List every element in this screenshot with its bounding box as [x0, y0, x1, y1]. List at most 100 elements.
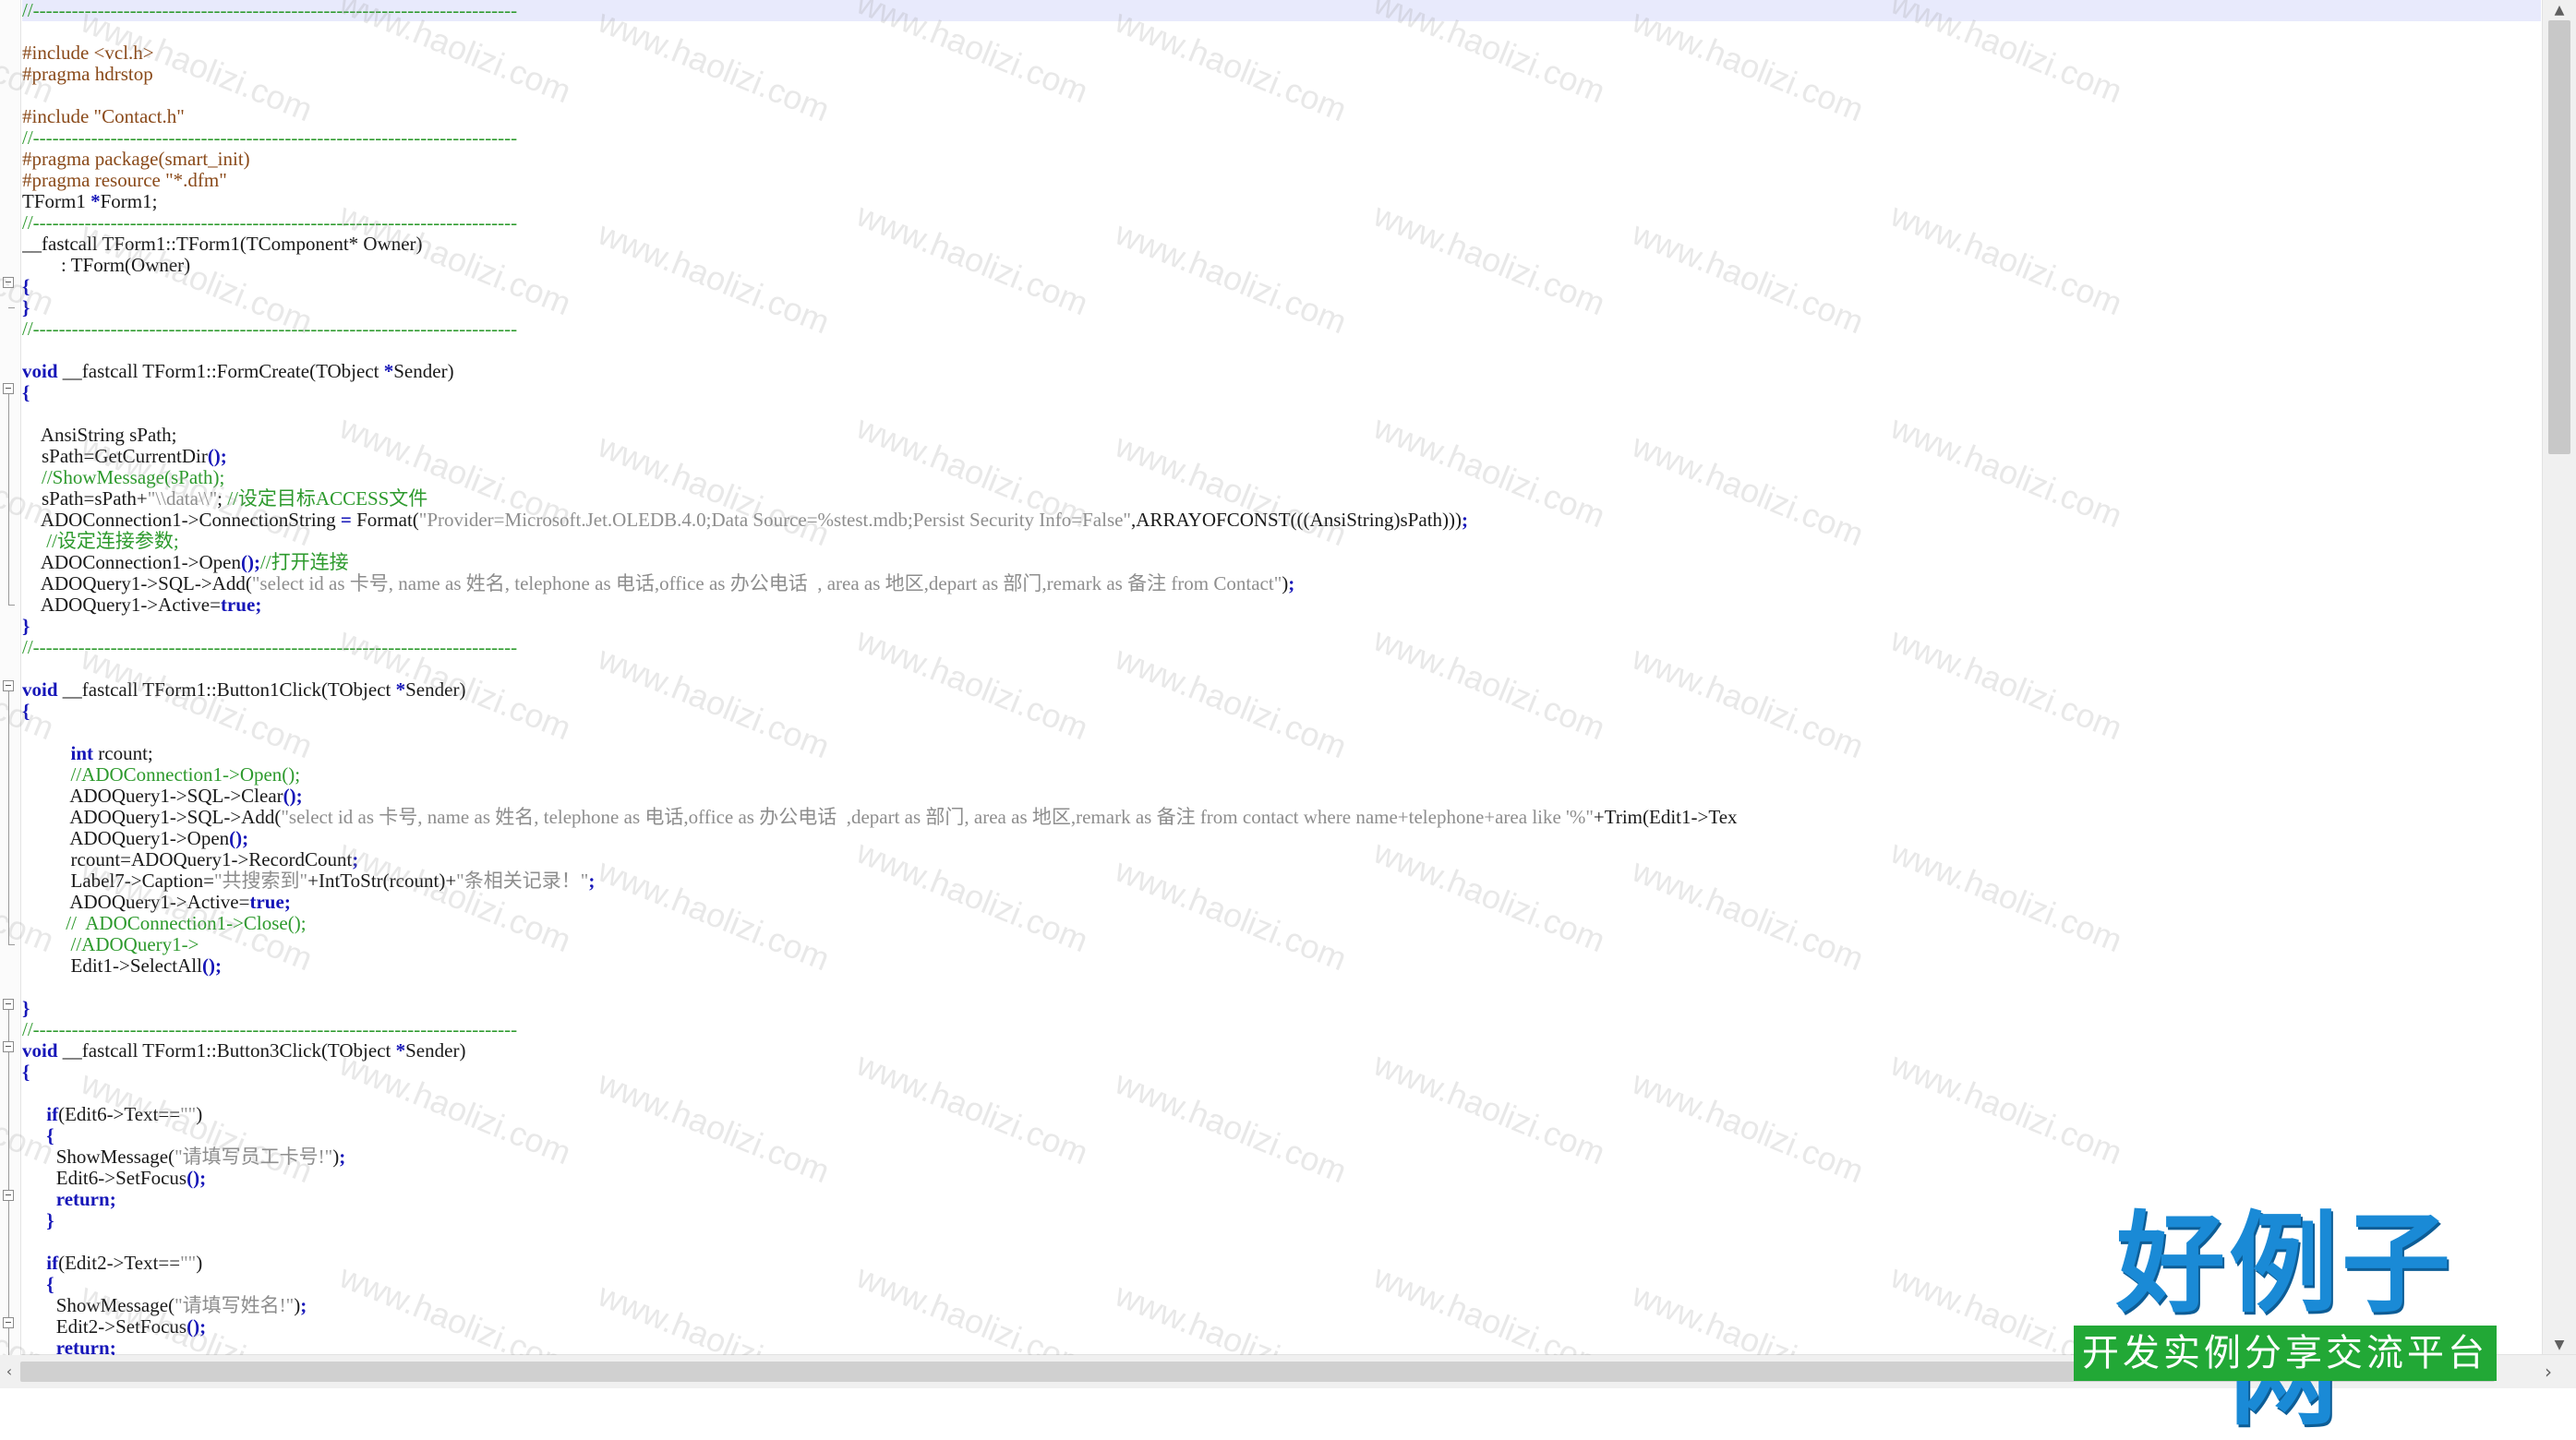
code-line[interactable]: if(Edit6->Text=="") [22, 1104, 2541, 1125]
code-line[interactable]: #include <vcl.h> [22, 42, 2541, 64]
fold-toggle-icon[interactable] [3, 999, 14, 1010]
code-line[interactable]: //设定连接参数; [22, 531, 2541, 552]
code-line[interactable]: void __fastcall TForm1::FormCreate(TObje… [22, 361, 2541, 382]
code-token: +Trim(Edit1->Tex [1593, 807, 1738, 828]
code-line[interactable]: sPath=GetCurrentDir(); [22, 446, 2541, 467]
code-token: sPath=GetCurrentDir [22, 446, 208, 467]
code-token: { [46, 1125, 54, 1146]
fold-toggle-icon[interactable] [3, 277, 14, 288]
fold-toggle-icon[interactable] [3, 1190, 14, 1201]
code-token: * [90, 191, 101, 212]
code-token: ) [196, 1253, 203, 1274]
code-token: ADOQuery1->Active= [22, 594, 221, 616]
code-line[interactable] [22, 403, 2541, 425]
code-line[interactable]: //--------------------------------------… [22, 0, 2541, 21]
code-token: Edit6->SetFocus [22, 1168, 187, 1189]
code-line[interactable]: } [22, 998, 2541, 1019]
fold-toggle-icon[interactable] [3, 383, 14, 394]
code-line[interactable]: { [22, 1062, 2541, 1083]
fold-toggle-icon[interactable] [3, 680, 14, 691]
code-line[interactable]: { [22, 276, 2541, 297]
code-line[interactable]: void __fastcall TForm1::Button1Click(TOb… [22, 679, 2541, 701]
vertical-scrollbar[interactable]: ▲ ▼ [2542, 0, 2576, 1355]
code-line[interactable]: } [22, 616, 2541, 637]
code-line[interactable] [22, 977, 2541, 998]
code-line[interactable]: int rcount; [22, 743, 2541, 764]
code-token: //--------------------------------------… [22, 1019, 518, 1040]
code-line[interactable]: ADOConnection1->ConnectionString = Forma… [22, 510, 2541, 531]
code-token: ShowMessage( [22, 1146, 175, 1168]
code-line[interactable] [22, 340, 2541, 361]
scroll-up-icon[interactable]: ▲ [2543, 0, 2576, 20]
code-line[interactable]: #include "Contact.h" [22, 106, 2541, 127]
code-token: Form1; [100, 191, 158, 212]
scroll-right-icon[interactable]: › [2537, 1355, 2559, 1388]
code-line[interactable]: #pragma hdrstop [22, 64, 2541, 85]
code-line[interactable]: //--------------------------------------… [22, 318, 2541, 340]
code-token: ; [339, 1146, 346, 1168]
code-token: "Provider=Microsoft.Jet.OLEDB.4.0;Data S… [418, 510, 1132, 531]
scroll-left-icon[interactable]: ‹ [0, 1355, 18, 1388]
code-token: Label7->Caption= [22, 870, 214, 892]
code-line[interactable]: // ADOConnection1->Close(); [22, 913, 2541, 934]
code-token: __fastcall TForm1::FormCreate(TObject [57, 361, 384, 382]
code-line[interactable]: ADOQuery1->Open(); [22, 828, 2541, 849]
code-line[interactable]: } [22, 297, 2541, 318]
code-line[interactable]: Edit1->SelectAll(); [22, 955, 2541, 977]
code-line[interactable]: Label7->Caption="共搜索到"+IntToStr(rcount)+… [22, 870, 2541, 892]
logo-subtitle: 开发实例分享交流平台 [2074, 1326, 2497, 1381]
code-token: //ADOQuery1-> [22, 934, 199, 955]
code-line[interactable]: ADOQuery1->SQL->Clear(); [22, 786, 2541, 807]
code-token: if [46, 1104, 59, 1125]
code-line[interactable]: { [22, 701, 2541, 722]
code-token: //--------------------------------------… [22, 212, 518, 234]
code-line[interactable]: : TForm(Owner) [22, 255, 2541, 276]
code-line[interactable]: ADOQuery1->Active=true; [22, 594, 2541, 616]
code-token: } [22, 616, 30, 637]
scroll-down-icon[interactable]: ▼ [2543, 1335, 2576, 1355]
code-line[interactable]: void __fastcall TForm1::Button3Click(TOb… [22, 1040, 2541, 1062]
code-token: //设定目标ACCESS文件 [227, 488, 428, 510]
code-line[interactable]: ADOQuery1->SQL->Add("select id as 卡号, na… [22, 573, 2541, 594]
code-line[interactable] [22, 1083, 2541, 1104]
code-line[interactable]: { [22, 1125, 2541, 1146]
code-line[interactable]: TForm1 *Form1; [22, 191, 2541, 212]
code-token: ; [352, 849, 359, 870]
code-line[interactable] [22, 85, 2541, 106]
code-token: } [46, 1210, 54, 1231]
code-line[interactable]: ADOConnection1->Open();//打开连接 [22, 552, 2541, 573]
code-token: #include <vcl.h> [22, 42, 154, 64]
code-editor[interactable]: //--------------------------------------… [0, 0, 2543, 1355]
code-line[interactable]: ShowMessage("请填写员工卡号!"); [22, 1146, 2541, 1168]
code-area[interactable]: //--------------------------------------… [22, 0, 2541, 1355]
code-line[interactable]: #pragma resource "*.dfm" [22, 170, 2541, 191]
code-token: * [395, 1040, 406, 1062]
fold-toggle-icon[interactable] [3, 1041, 14, 1052]
code-token: //打开连接 [259, 552, 349, 573]
code-line[interactable]: { [22, 382, 2541, 403]
code-line[interactable]: //--------------------------------------… [22, 1019, 2541, 1040]
code-line[interactable]: //--------------------------------------… [22, 212, 2541, 234]
code-line[interactable]: //ADOQuery1-> [22, 934, 2541, 955]
code-token: { [22, 276, 30, 297]
code-line[interactable]: //--------------------------------------… [22, 637, 2541, 658]
code-line[interactable]: //ADOConnection1->Open(); [22, 764, 2541, 786]
code-line[interactable]: rcount=ADOQuery1->RecordCount; [22, 849, 2541, 870]
code-line[interactable]: //--------------------------------------… [22, 127, 2541, 149]
code-line[interactable]: AnsiString sPath; [22, 425, 2541, 446]
code-token: //ShowMessage(sPath); [22, 467, 225, 488]
code-line[interactable] [22, 658, 2541, 679]
code-token: (Edit6->Text== [58, 1104, 181, 1125]
fold-toggle-icon[interactable] [3, 1317, 14, 1328]
code-line[interactable]: Edit6->SetFocus(); [22, 1168, 2541, 1189]
code-line[interactable]: #pragma package(smart_init) [22, 149, 2541, 170]
vertical-scroll-thumb[interactable] [2548, 20, 2570, 454]
site-logo: 好例子网 开发实例分享交流平台 [2068, 1207, 2502, 1433]
code-line[interactable]: ADOQuery1->Active=true; [22, 892, 2541, 913]
code-line[interactable] [22, 21, 2541, 42]
code-line[interactable]: sPath=sPath+"\\data\\"; //设定目标ACCESS文件 [22, 488, 2541, 510]
code-line[interactable]: __fastcall TForm1::TForm1(TComponent* Ow… [22, 234, 2541, 255]
code-line[interactable]: ADOQuery1->SQL->Add("select id as 卡号, na… [22, 807, 2541, 828]
code-line[interactable] [22, 722, 2541, 743]
code-line[interactable]: //ShowMessage(sPath); [22, 467, 2541, 488]
